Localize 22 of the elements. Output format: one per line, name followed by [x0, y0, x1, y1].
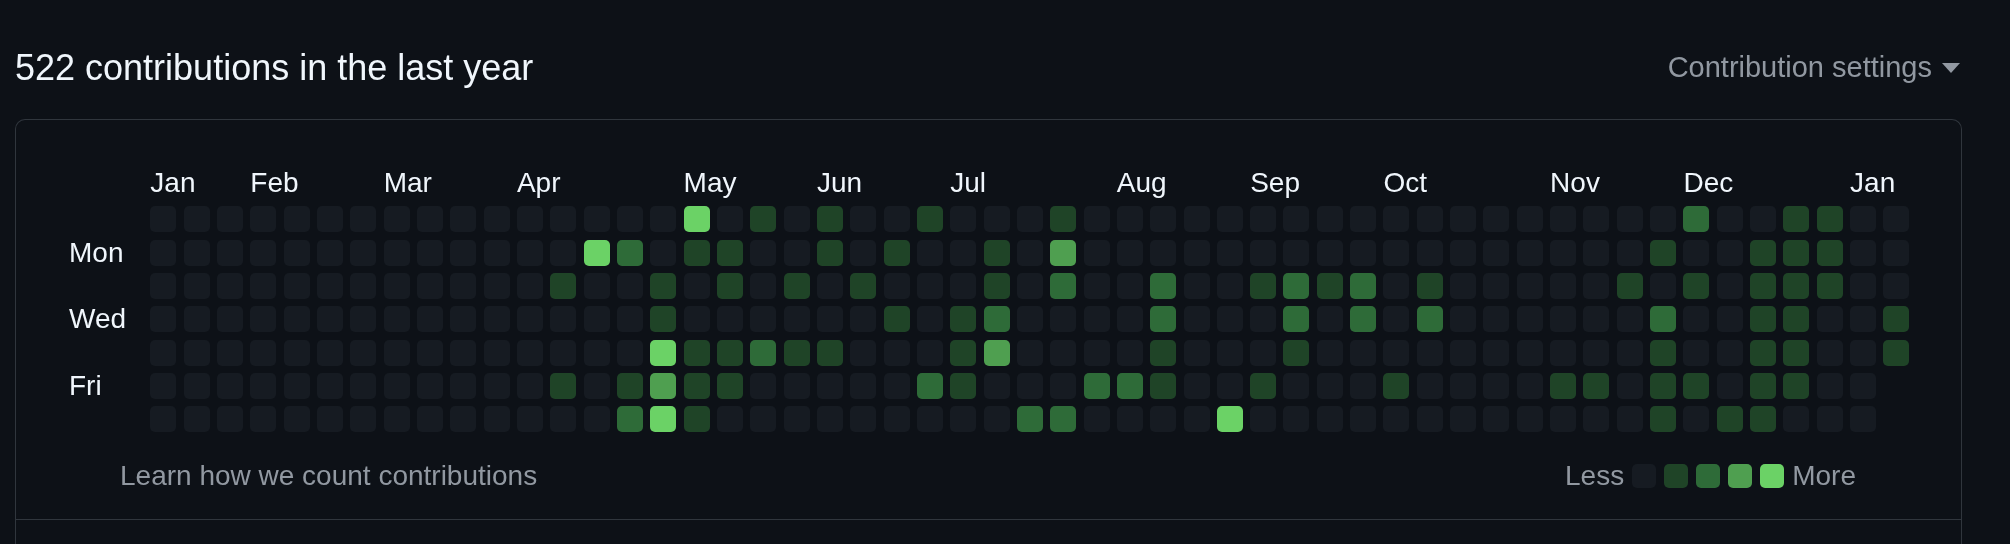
weekday-label: Wed — [69, 306, 128, 333]
month-label: Jul — [950, 169, 987, 199]
learn-more-link[interactable]: Learn how we count contributions — [120, 455, 538, 498]
weekday-label: Mon — [69, 239, 125, 266]
month-label: May — [683, 169, 738, 199]
month-label: Nov — [1550, 169, 1601, 199]
caret-icon — [1942, 62, 1960, 73]
month-label: Jan — [150, 169, 197, 199]
month-label: Mar — [383, 169, 433, 199]
month-label: Aug — [1116, 169, 1168, 199]
contribution-settings-button[interactable]: Contribution settings — [1665, 45, 1962, 90]
weekday-label: Fri — [69, 372, 103, 399]
legend-less-label: Less — [1565, 459, 1625, 494]
month-label: Jun — [816, 169, 864, 199]
month-label: Apr — [516, 169, 562, 199]
month-label: Oct — [1383, 169, 1429, 199]
contributions-heading: 522 contributions in the last year — [15, 45, 534, 90]
month-label: Jan — [1850, 169, 1897, 199]
month-label: Feb — [250, 169, 300, 199]
month-label: Sep — [1250, 169, 1301, 199]
legend-more-label: More — [1792, 459, 1856, 494]
month-label: Dec — [1683, 169, 1735, 199]
